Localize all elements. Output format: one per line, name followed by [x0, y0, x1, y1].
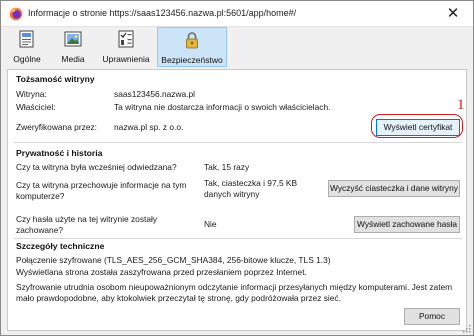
window-title: Informacje o stronie https://saas123456.… — [28, 8, 297, 18]
privacy-history-heading: Prywatność i historia — [16, 148, 103, 158]
media-icon — [64, 31, 82, 47]
help-button[interactable]: Pomoc — [404, 308, 460, 325]
tab-permissions[interactable]: Uprawnienia — [99, 27, 153, 67]
saved-passwords-question: Czy hasła użyte na tej witrynie zostały … — [16, 214, 158, 235]
firefox-icon — [9, 7, 23, 21]
owner-label: Właściciel: — [16, 102, 56, 112]
site-identity-heading: Tożsamość witryny — [16, 74, 95, 84]
general-info-icon — [19, 30, 34, 48]
tab-general[interactable]: Ogólne — [5, 27, 49, 67]
page-info-tabs: Ogólne Media Uprawnienia Bezpieczeństwo — [1, 27, 473, 67]
tab-permissions-label: Uprawnienia — [102, 54, 150, 64]
security-panel: Tożsamość witryny Witryna: saas123456.na… — [7, 69, 467, 331]
tab-media-label: Media — [61, 54, 85, 64]
tab-security[interactable]: Bezpieczeństwo — [157, 27, 227, 67]
encrypted-note: Wyświetlana strona została zaszyfrowana … — [16, 267, 307, 277]
divider — [14, 142, 462, 143]
tab-general-label: Ogólne — [13, 54, 41, 64]
connection-info: Połączenie szyfrowane (TLS_AES_256_GCM_S… — [16, 255, 331, 265]
permissions-icon — [118, 30, 134, 48]
technical-details-heading: Szczegóły techniczne — [16, 241, 105, 251]
tab-security-label: Bezpieczeństwo — [161, 55, 223, 65]
padlock-icon — [186, 32, 198, 49]
annotation-highlight-ring — [371, 114, 463, 138]
visited-question: Czy ta witryna była wcześniej odwiedzana… — [16, 162, 177, 172]
clear-cookies-button[interactable]: Wyczyść ciasteczka i dane witryny — [328, 180, 460, 197]
resize-grip-icon[interactable] — [462, 324, 471, 333]
site-value: saas123456.nazwa.pl — [114, 89, 196, 99]
divider — [14, 238, 462, 239]
visited-answer: Tak, 15 razy — [204, 162, 250, 172]
verified-by-value: nazwa.pl sp. z o.o. — [114, 122, 184, 132]
stores-data-answer: Tak, ciasteczka i 97,5 KB danych witryny — [204, 178, 298, 199]
stores-data-question: Czy ta witryna przechowuje informacje na… — [16, 180, 187, 201]
close-icon[interactable]: ✕ — [443, 4, 463, 24]
title-bar: Informacje o stronie https://saas123456.… — [1, 1, 473, 27]
site-label: Witryna: — [16, 89, 47, 99]
annotation-number: 1 — [457, 97, 465, 113]
saved-passwords-answer: Nie — [204, 219, 217, 229]
encryption-explanation: Szyfrowanie utrudnia osobom nieupoważnio… — [16, 282, 453, 303]
owner-value: Ta witryna nie dostarcza informacji o sw… — [114, 102, 331, 112]
view-saved-passwords-button[interactable]: Wyświetl zachowane hasła — [354, 216, 460, 233]
tab-media[interactable]: Media — [57, 27, 89, 67]
verified-by-label: Zweryfikowana przez: — [16, 122, 97, 132]
page-info-window: Informacje o stronie https://saas123456.… — [0, 0, 474, 336]
